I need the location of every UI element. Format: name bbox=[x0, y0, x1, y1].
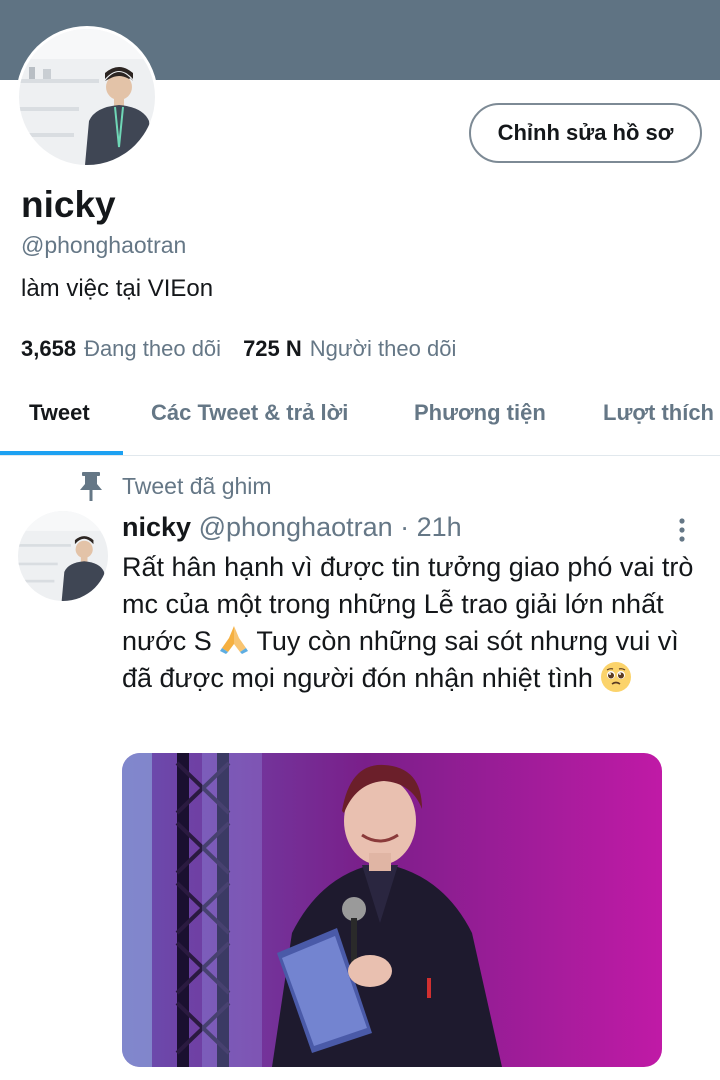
edit-profile-button[interactable]: Chỉnh sửa hồ sơ bbox=[469, 103, 702, 163]
tweet-timestamp[interactable]: · 21h bbox=[400, 512, 462, 542]
profile-handle: @phonghaotran bbox=[21, 232, 187, 258]
profile-avatar[interactable] bbox=[16, 26, 158, 168]
profile-stats: 3,658 Đang theo dõi 725 N Người theo dõi bbox=[21, 336, 478, 362]
tabs-divider bbox=[0, 455, 720, 456]
followers-count: 725 N bbox=[243, 336, 302, 361]
tweet-media-image[interactable] bbox=[122, 753, 662, 1067]
pin-icon bbox=[80, 472, 102, 501]
following-count: 3,658 bbox=[21, 336, 77, 361]
folded-hands-emoji-icon bbox=[220, 626, 249, 654]
following-label: Đang theo dõi bbox=[84, 336, 222, 361]
followers-stat[interactable]: 725 N Người theo dõi bbox=[243, 336, 456, 362]
tweet-author-name[interactable]: nicky bbox=[122, 512, 191, 542]
pinned-label: Tweet đã ghim bbox=[122, 472, 272, 499]
pleading-face-emoji-icon bbox=[601, 662, 632, 692]
tab-likes[interactable]: Lượt thích bbox=[603, 400, 714, 426]
more-options-icon[interactable] bbox=[672, 516, 692, 544]
following-stat[interactable]: 3,658 Đang theo dõi bbox=[21, 336, 221, 362]
tweet-text: Rất hân hạnh vì được tin tưởng giao phó … bbox=[122, 549, 702, 697]
tweet-author-handle[interactable]: @phonghaotran bbox=[199, 512, 393, 542]
profile-display-name: nicky bbox=[21, 184, 116, 225]
profile-tabs: Tweet Các Tweet & trả lời Phương tiện Lư… bbox=[0, 382, 720, 456]
tweet-author-avatar[interactable] bbox=[18, 511, 108, 601]
followers-label: Người theo dõi bbox=[309, 336, 457, 361]
pinned-tweet-indicator: Tweet đã ghim bbox=[78, 470, 272, 502]
tweet-header: nicky @phonghaotran · 21h bbox=[122, 512, 462, 543]
avatar-photo bbox=[19, 29, 155, 165]
tab-media[interactable]: Phương tiện bbox=[414, 400, 546, 426]
tab-tweets-and-replies[interactable]: Các Tweet & trả lời bbox=[151, 400, 348, 426]
profile-bio: làm việc tại VIEon bbox=[21, 275, 214, 302]
tab-tweets[interactable]: Tweet bbox=[29, 400, 90, 426]
